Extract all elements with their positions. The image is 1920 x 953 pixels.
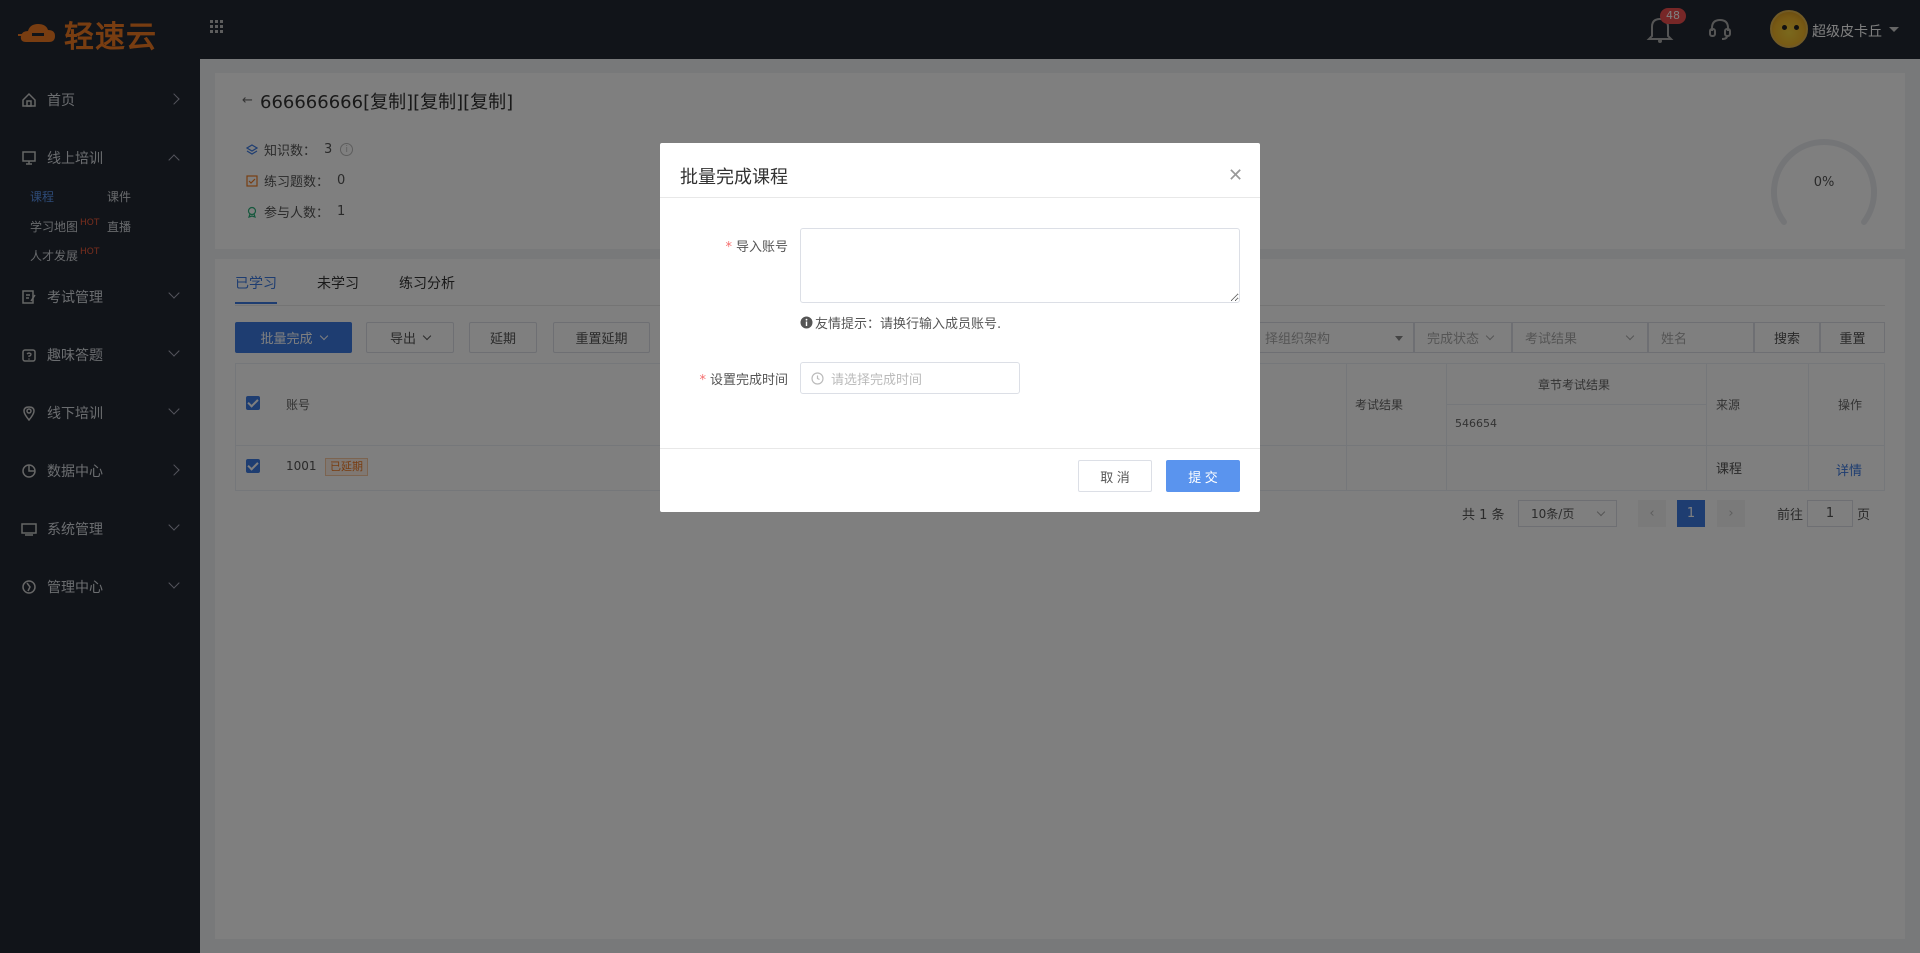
picker-placeholder: 请选择完成时间 [831, 372, 923, 388]
cancel-button[interactable]: 取 消 [1078, 460, 1152, 492]
required-mark: * [699, 373, 706, 388]
clock-icon [811, 371, 824, 385]
required-mark: * [725, 240, 732, 255]
close-icon[interactable]: ✕ [1228, 165, 1243, 186]
field-label: 导入账号 [735, 240, 788, 255]
completion-time-picker[interactable]: 请选择完成时间 [800, 362, 1020, 394]
completion-time-label: * 设置完成时间 [680, 369, 788, 388]
info-icon [800, 316, 813, 329]
hint-text: 友情提示：请换行输入成员账号. [800, 313, 1001, 332]
submit-button[interactable]: 提 交 [1166, 460, 1240, 492]
batch-complete-dialog: 批量完成课程 ✕ * 导入账号 友情提示：请换行输入成员账号. * 设置完成时间 请… [660, 143, 1260, 512]
dialog-divider [660, 448, 1260, 449]
dialog-divider [660, 197, 1260, 198]
hint-label: 友情提示：请换行输入成员账号. [815, 317, 1002, 332]
import-account-textarea[interactable] [800, 228, 1240, 303]
import-account-label: * 导入账号 [680, 236, 788, 255]
field-label: 设置完成时间 [709, 373, 788, 388]
dialog-title: 批量完成课程 [680, 167, 788, 188]
